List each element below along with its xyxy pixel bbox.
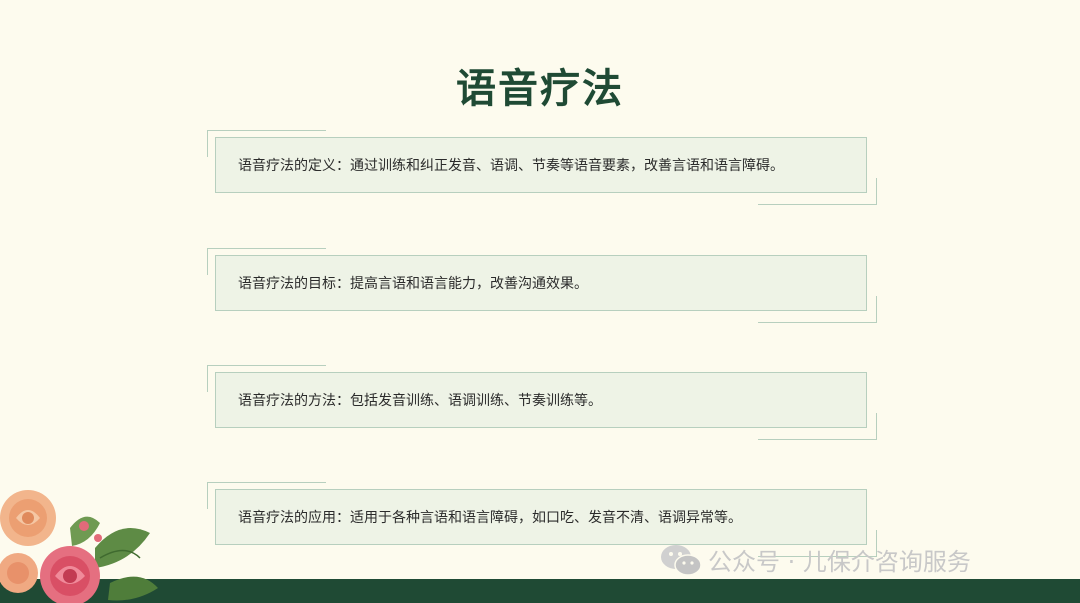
- page-title: 语音疗法: [456, 66, 624, 112]
- card-method: 语音疗法的方法：包括发音训练、语调训练、节奏训练等。: [207, 365, 877, 440]
- card-goal: 语音疗法的目标：提高言语和语言能力，改善沟通效果。: [207, 248, 877, 323]
- card-text: 语音疗法的定义：通过训练和纠正发音、语调、节奏等语音要素，改善言语和语言障碍。: [215, 137, 867, 193]
- wechat-icon: [661, 544, 702, 576]
- watermark: 公众号 · 儿保介咨询服务: [660, 542, 971, 577]
- footer-bar: [0, 579, 1080, 603]
- flower-decoration-icon: [0, 490, 158, 603]
- card-text: 语音疗法的目标：提高言语和语言能力，改善沟通效果。: [215, 255, 867, 311]
- watermark-text: 公众号 · 儿保介咨询服务: [708, 548, 971, 576]
- card-definition: 语音疗法的定义：通过训练和纠正发音、语调、节奏等语音要素，改善言语和语言障碍。: [207, 130, 877, 205]
- card-text: 语音疗法的应用：适用于各种言语和语言障碍，如口吃、发音不清、语调异常等。: [215, 489, 867, 545]
- card-text: 语音疗法的方法：包括发音训练、语调训练、节奏训练等。: [215, 372, 867, 428]
